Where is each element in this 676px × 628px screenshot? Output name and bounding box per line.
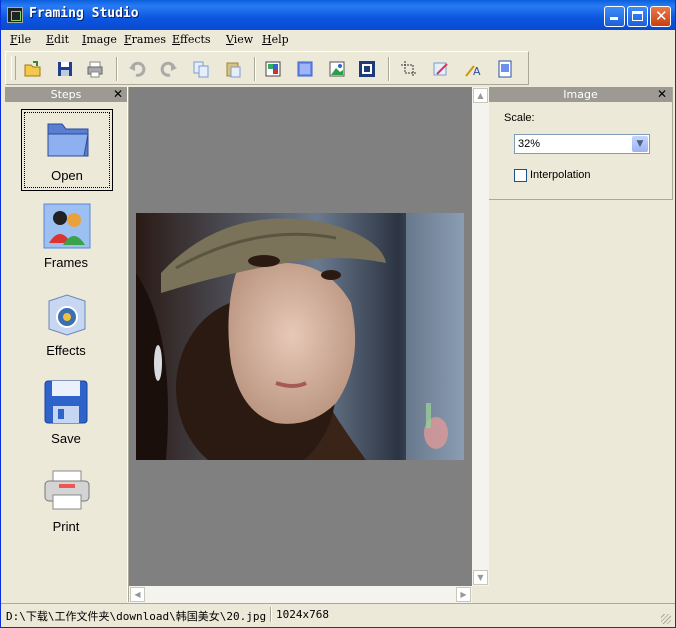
maximize-button[interactable] bbox=[627, 6, 648, 27]
steps-panel-close-icon[interactable]: ✕ bbox=[113, 87, 123, 102]
image-panel-title: Image bbox=[489, 87, 672, 102]
floppy-disk-icon bbox=[44, 380, 88, 424]
frame-icon[interactable] bbox=[264, 60, 282, 78]
page-icon[interactable] bbox=[496, 60, 514, 78]
picture-icon[interactable] bbox=[328, 60, 346, 78]
folder-icon bbox=[47, 123, 89, 157]
step-print[interactable]: Print bbox=[21, 463, 111, 543]
status-image-size: 1024x768 bbox=[276, 608, 329, 621]
resize-grip-icon[interactable] bbox=[661, 614, 671, 624]
step-label: Print bbox=[52, 519, 80, 534]
app-window: Framing Studio ✕ File Edit Image Frames … bbox=[0, 0, 676, 628]
menu-frames[interactable]: Frames bbox=[124, 33, 166, 46]
undo-icon[interactable] bbox=[128, 60, 146, 78]
menu-view[interactable]: View bbox=[226, 33, 253, 46]
image-panel-close-icon[interactable]: ✕ bbox=[657, 87, 667, 102]
interpolation-label[interactable]: Interpolation bbox=[530, 169, 591, 181]
redo-icon[interactable] bbox=[160, 60, 178, 78]
interpolation-checkbox[interactable] bbox=[514, 169, 527, 182]
text-icon[interactable]: A bbox=[464, 60, 482, 78]
step-label: Frames bbox=[43, 255, 89, 270]
toolbar-grip[interactable] bbox=[11, 56, 16, 80]
image-canvas[interactable] bbox=[129, 87, 472, 586]
menu-image[interactable]: Image bbox=[82, 33, 117, 46]
scroll-down-icon[interactable]: ▼ bbox=[473, 570, 488, 585]
effects-box-icon bbox=[48, 294, 86, 336]
printer-icon bbox=[44, 470, 90, 510]
status-file-path: D:\下载\工作文件夹\download\韩国美女\20.jpg bbox=[6, 610, 267, 623]
status-bar: D:\下载\工作文件夹\download\韩国美女\20.jpg 1024x76… bbox=[1, 603, 675, 627]
title-bar[interactable]: Framing Studio ✕ bbox=[1, 0, 675, 30]
crop-icon[interactable] bbox=[400, 60, 418, 78]
print-icon[interactable] bbox=[86, 60, 104, 78]
step-open[interactable]: Open bbox=[21, 109, 113, 191]
edit-image-icon[interactable] bbox=[432, 60, 450, 78]
toolbar-separator bbox=[116, 57, 118, 81]
scale-select[interactable]: 32% ▼ bbox=[514, 134, 650, 154]
save-icon[interactable] bbox=[56, 60, 74, 78]
steps-panel: Steps ✕ Open Frames Effects Save Print bbox=[5, 87, 127, 602]
scale-label: Scale: bbox=[504, 112, 535, 124]
step-label: Open bbox=[51, 168, 83, 183]
step-label: Save bbox=[51, 431, 81, 446]
menu-edit[interactable]: Edit bbox=[46, 33, 69, 46]
scroll-left-icon[interactable]: ◀ bbox=[130, 587, 145, 602]
window-title: Framing Studio bbox=[29, 6, 139, 21]
minimize-icon bbox=[610, 17, 618, 20]
minimize-button[interactable] bbox=[604, 6, 625, 27]
people-icon bbox=[43, 203, 91, 249]
toolbar-separator bbox=[254, 57, 256, 81]
steps-panel-title: Steps bbox=[5, 87, 127, 102]
photo-image bbox=[136, 213, 464, 460]
step-label: Effects bbox=[46, 343, 86, 358]
close-icon: ✕ bbox=[655, 7, 668, 25]
menu-effects[interactable]: Effects bbox=[172, 33, 211, 46]
paste-icon[interactable] bbox=[224, 60, 242, 78]
border-icon[interactable] bbox=[358, 60, 376, 78]
step-effects[interactable]: Effects bbox=[21, 287, 111, 367]
maximize-icon bbox=[632, 11, 643, 21]
chevron-down-icon[interactable]: ▼ bbox=[632, 136, 648, 152]
step-frames[interactable]: Frames bbox=[21, 199, 111, 279]
vertical-scrollbar[interactable]: ▲ ▼ bbox=[472, 87, 489, 586]
toolbar: A bbox=[5, 51, 529, 85]
svg-text:A: A bbox=[473, 65, 481, 78]
menu-help[interactable]: Help bbox=[262, 33, 289, 46]
image-panel: Image ✕ Scale: 32% ▼ Interpolation bbox=[489, 87, 673, 200]
menu-bar: File Edit Image Frames Effects View Help bbox=[1, 30, 675, 50]
copy-icon[interactable] bbox=[192, 60, 210, 78]
blue-square-icon[interactable] bbox=[296, 60, 314, 78]
open-folder-icon[interactable] bbox=[24, 60, 42, 78]
step-save[interactable]: Save bbox=[21, 375, 111, 455]
scroll-right-icon[interactable]: ▶ bbox=[456, 587, 471, 602]
toolbar-separator bbox=[388, 57, 390, 81]
menu-file[interactable]: File bbox=[10, 33, 31, 46]
close-button[interactable]: ✕ bbox=[650, 6, 671, 27]
scroll-up-icon[interactable]: ▲ bbox=[473, 88, 488, 103]
app-icon[interactable] bbox=[7, 7, 23, 23]
horizontal-scrollbar[interactable]: ◀ ▶ bbox=[129, 586, 472, 603]
scale-value: 32% bbox=[518, 138, 541, 150]
status-separator bbox=[270, 607, 272, 622]
